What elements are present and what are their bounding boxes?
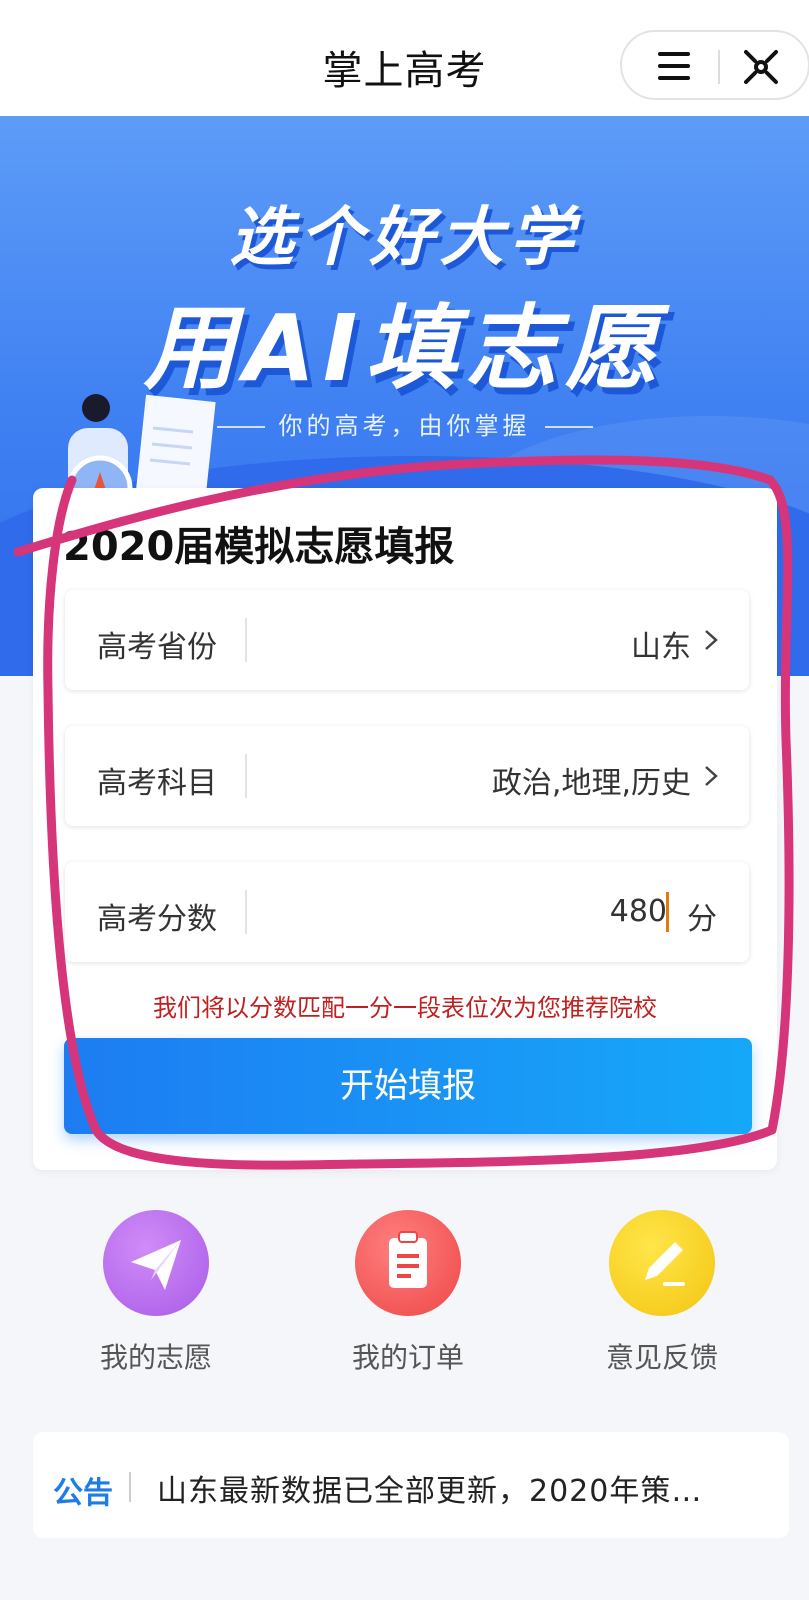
field-divider bbox=[245, 890, 247, 934]
paper-plane-icon bbox=[103, 1210, 209, 1316]
feedback-link[interactable]: 意见反馈 bbox=[572, 1210, 752, 1376]
field-label: 高考科目 bbox=[97, 766, 217, 801]
banner-tagline-text: 你的高考，由你掌握 bbox=[278, 412, 531, 440]
subject-selector[interactable]: 高考科目 政治,地理,历史 bbox=[65, 726, 749, 826]
my-orders-link[interactable]: 我的订单 bbox=[318, 1210, 498, 1376]
announcement-tag: 公告 bbox=[53, 1476, 113, 1511]
form-title: 2020届模拟志愿填报 bbox=[63, 524, 455, 570]
pencil-icon bbox=[609, 1210, 715, 1316]
score-field[interactable]: 高考分数 480 分 bbox=[65, 862, 749, 962]
banner-headline: 选个好大学 bbox=[229, 201, 580, 275]
subject-value: 政治,地理,历史 bbox=[491, 766, 691, 801]
score-unit: 分 bbox=[687, 902, 717, 937]
quick-link-label: 我的志愿 bbox=[99, 1341, 212, 1374]
mini-program-capsule bbox=[620, 30, 809, 100]
announcement-divider bbox=[129, 1472, 131, 1502]
navigation-bar: 掌上高考 bbox=[0, 0, 809, 117]
field-divider bbox=[245, 754, 247, 798]
close-icon[interactable] bbox=[738, 44, 784, 90]
quick-links: 我的志愿 我的订单 意见反馈 bbox=[0, 1210, 809, 1380]
announcement-text: 山东最新数据已全部更新，2020年策… bbox=[157, 1474, 703, 1509]
field-divider bbox=[245, 618, 247, 662]
score-hint: 我们将以分数匹配一分一段表位次为您推荐院校 bbox=[153, 994, 657, 1022]
chevron-right-icon bbox=[705, 630, 718, 650]
province-value: 山东 bbox=[631, 630, 691, 665]
quick-link-label: 我的订单 bbox=[351, 1341, 464, 1374]
field-label: 高考省份 bbox=[97, 630, 217, 665]
capsule-divider bbox=[718, 50, 720, 84]
announcement-bar[interactable]: 公告 山东最新数据已全部更新，2020年策… bbox=[33, 1432, 789, 1538]
province-selector[interactable]: 高考省份 山东 bbox=[65, 590, 749, 690]
text-caret bbox=[666, 892, 669, 932]
start-button[interactable]: 开始填报 bbox=[64, 1038, 752, 1134]
field-label: 高考分数 bbox=[97, 902, 217, 937]
chevron-right-icon bbox=[705, 766, 718, 786]
simulation-form-card: 2020届模拟志愿填报 高考省份 山东 高考科目 政治,地理,历史 高考分数 4… bbox=[33, 488, 777, 1170]
menu-icon[interactable] bbox=[646, 46, 702, 86]
quick-link-label: 意见反馈 bbox=[605, 1341, 718, 1374]
score-input[interactable]: 480 bbox=[610, 894, 667, 929]
clipboard-icon bbox=[355, 1210, 461, 1316]
my-applications-link[interactable]: 我的志愿 bbox=[66, 1210, 246, 1376]
